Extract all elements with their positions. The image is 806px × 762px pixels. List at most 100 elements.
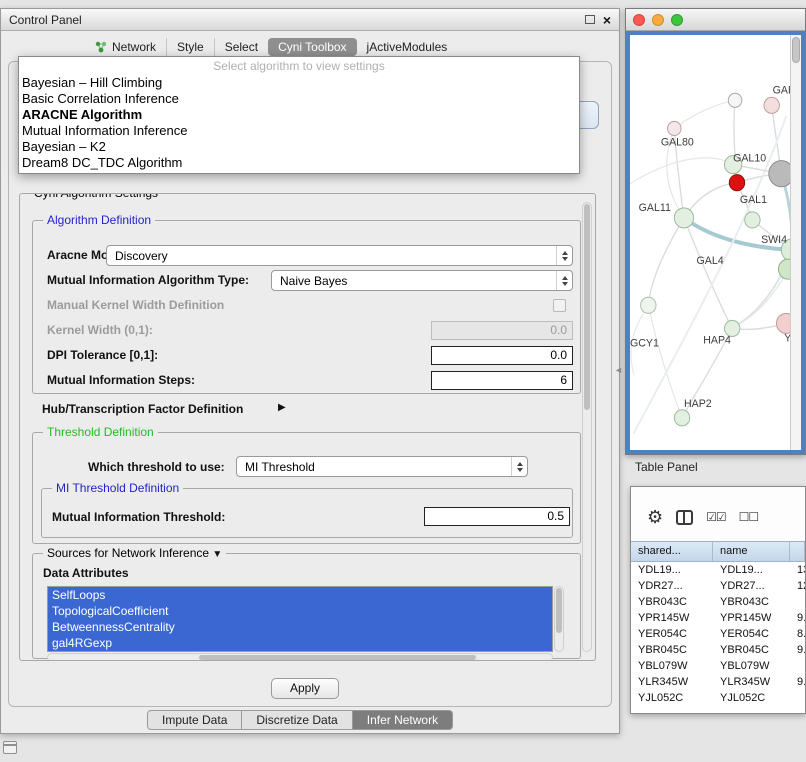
expanded-arrow-icon[interactable]: ▼: [212, 549, 222, 560]
attributes-vscrollbar-thumb[interactable]: [556, 588, 562, 633]
network-node-label: HAP2: [684, 398, 712, 410]
network-node[interactable]: [764, 97, 779, 113]
tab-cyni-toolbox[interactable]: Cyni Toolbox: [268, 38, 356, 56]
column-header-extra[interactable]: [790, 542, 805, 561]
table-row[interactable]: YBR045CYBR045C9.: [631, 642, 805, 658]
table-row[interactable]: YPR145WYPR145W9.: [631, 610, 805, 626]
collapsed-arrow-icon[interactable]: ▶: [278, 402, 286, 413]
data-attributes-list[interactable]: SelfLoopsTopologicalCoefficientBetweenne…: [47, 586, 553, 652]
table-row[interactable]: YJL052CYJL052C: [631, 690, 805, 706]
tab-style[interactable]: Style: [166, 38, 214, 56]
network-node-label: SWI4: [761, 234, 787, 246]
column-header-shared-name[interactable]: shared...: [631, 542, 713, 561]
manual-kernel-checkbox[interactable]: [553, 299, 566, 312]
network-vscrollbar-thumb[interactable]: [792, 37, 800, 63]
algorithm-option[interactable]: Dream8 DC_TDC Algorithm: [19, 155, 579, 171]
network-node[interactable]: [745, 212, 760, 228]
panel-splitter-arrow[interactable]: ◄: [614, 365, 623, 375]
network-node[interactable]: [668, 121, 681, 135]
control-panel-tabs: Network Style Select Cyni Toolbox jActiv…: [85, 36, 457, 57]
network-node-label: GCY1: [630, 337, 659, 349]
network-node-label: GAL1: [740, 194, 767, 206]
data-attributes-label: Data Attributes: [43, 566, 129, 580]
network-edge[interactable]: [684, 218, 732, 329]
network-node-label: GAL10: [733, 152, 766, 164]
minimize-window-icon[interactable]: [652, 14, 664, 26]
attribute-item[interactable]: TopologicalCoefficient: [48, 603, 552, 619]
table-cell: YLR345W: [713, 674, 790, 690]
network-edge[interactable]: [648, 305, 682, 418]
attributes-vscrollbar[interactable]: [554, 586, 564, 652]
aracne-mode-value: Discovery: [115, 249, 168, 263]
tab-jactivemodules[interactable]: jActiveModules: [357, 38, 458, 56]
tab-label: Network: [112, 40, 156, 54]
table-row[interactable]: YBL079WYBL079W: [631, 658, 805, 674]
kernel-width-field[interactable]: 0.0: [431, 321, 573, 340]
apply-button[interactable]: Apply: [271, 678, 339, 699]
network-node-label: GAL80: [661, 136, 694, 148]
table-row[interactable]: YLR345WYLR345W9.: [631, 674, 805, 690]
table-cell: YBR043C: [713, 594, 790, 610]
table-row[interactable]: YDR27...YDR27...12: [631, 578, 805, 594]
table-row[interactable]: YER054CYER054C8.: [631, 626, 805, 642]
network-node[interactable]: [641, 297, 656, 313]
settings-scrollbar[interactable]: [582, 202, 592, 652]
tab-network[interactable]: Network: [85, 38, 166, 56]
table-cell: [790, 658, 805, 674]
table-header: shared... name: [631, 541, 805, 562]
window-title: Control Panel: [9, 13, 585, 27]
mi-threshold-field[interactable]: 0.5: [424, 507, 570, 526]
mi-steps-label: Mutual Information Steps:: [47, 373, 195, 387]
network-node[interactable]: [728, 93, 741, 107]
tab-discretize-data[interactable]: Discretize Data: [242, 710, 352, 730]
algorithm-option[interactable]: Mutual Information Inference: [19, 123, 579, 139]
network-node[interactable]: [729, 175, 744, 191]
network-canvas[interactable]: GALGAL80GAL10GAL11GAL1SWI4GAL4GCY1HAP4YH…: [630, 35, 790, 450]
close-window-icon[interactable]: [633, 14, 645, 26]
which-threshold-combobox[interactable]: MI Threshold: [236, 456, 528, 477]
network-node[interactable]: [769, 161, 790, 187]
network-node[interactable]: [674, 410, 689, 426]
minimized-window-icon[interactable]: [3, 741, 17, 754]
network-node-label: HAP4: [703, 334, 731, 346]
table-cell: YER054C: [631, 626, 713, 642]
table-cell: 12: [790, 578, 805, 594]
network-edge[interactable]: [674, 100, 735, 128]
algorithm-option[interactable]: Basic Correlation Inference: [19, 91, 579, 107]
float-window-icon[interactable]: [585, 15, 595, 24]
tab-select[interactable]: Select: [214, 38, 268, 56]
settings-scrollbar-thumb[interactable]: [584, 204, 590, 410]
deselect-all-icon[interactable]: ☐☐: [739, 510, 759, 524]
attribute-item[interactable]: BetweennessCentrality: [48, 619, 552, 635]
network-node[interactable]: [777, 313, 790, 333]
zoom-window-icon[interactable]: [671, 14, 683, 26]
network-node[interactable]: [674, 208, 693, 228]
network-edge[interactable]: [648, 218, 684, 305]
table-row[interactable]: YDL19...YDL19...13: [631, 562, 805, 578]
mi-type-combobox[interactable]: Naive Bayes: [271, 270, 573, 291]
aracne-mode-combobox[interactable]: Discovery: [106, 245, 573, 266]
algorithm-option[interactable]: ARACNE Algorithm: [19, 107, 579, 123]
tab-infer-network[interactable]: Infer Network: [353, 710, 453, 730]
table-row[interactable]: YBR043CYBR043C: [631, 594, 805, 610]
algorithm-option[interactable]: Bayesian – Hill Climbing: [19, 75, 579, 91]
tab-impute-data[interactable]: Impute Data: [147, 710, 242, 730]
table-cell: YDR27...: [631, 578, 713, 594]
column-header-name[interactable]: name: [713, 542, 790, 561]
attribute-item[interactable]: gal4RGexp: [48, 635, 552, 651]
control-panel-titlebar[interactable]: Control Panel ×: [1, 9, 619, 31]
algorithm-option[interactable]: Bayesian – K2: [19, 139, 579, 155]
network-edge[interactable]: [630, 158, 733, 184]
network-vscrollbar[interactable]: [790, 35, 801, 450]
mi-steps-field[interactable]: 6: [431, 371, 573, 390]
attribute-item[interactable]: SelfLoops: [48, 587, 552, 603]
attributes-hscrollbar-thumb[interactable]: [199, 655, 476, 660]
gear-icon[interactable]: ⚙: [647, 508, 663, 526]
attributes-hscrollbar[interactable]: [47, 653, 553, 661]
columns-icon[interactable]: [676, 510, 693, 525]
close-icon[interactable]: ×: [603, 13, 611, 27]
select-all-icon[interactable]: ☑☑: [706, 510, 726, 524]
network-window-titlebar[interactable]: [626, 9, 805, 31]
dpi-tolerance-field[interactable]: 0.0: [431, 346, 573, 365]
hub-section-label[interactable]: Hub/Transcription Factor Definition: [42, 402, 243, 416]
